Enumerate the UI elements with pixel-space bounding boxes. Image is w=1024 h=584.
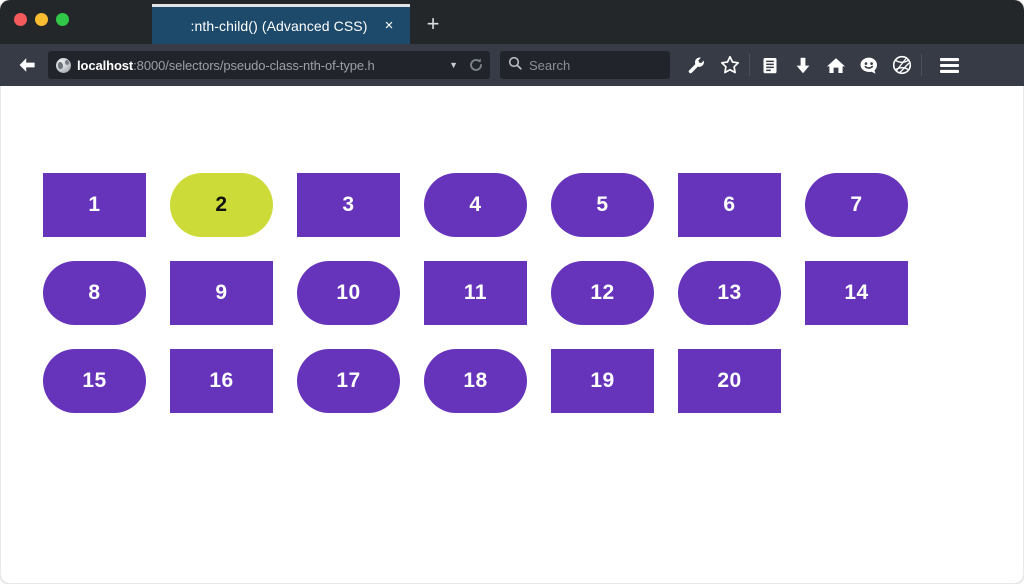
download-icon[interactable] — [786, 50, 819, 80]
box-item: 14 — [805, 261, 908, 325]
tab-title: :nth-child() (Advanced CSS) — [190, 17, 368, 34]
star-icon[interactable] — [713, 50, 746, 80]
url-host: localhost — [77, 57, 134, 73]
address-bar[interactable]: localhost:8000/selectors/pseudo-class-nt… — [48, 51, 490, 79]
box-item: 16 — [170, 349, 273, 413]
tab-strip: :nth-child() (Advanced CSS) × + — [152, 0, 456, 44]
box-item: 9 — [170, 261, 273, 325]
navigation-toolbar: localhost:8000/selectors/pseudo-class-nt… — [0, 44, 1024, 86]
back-button[interactable] — [10, 50, 44, 80]
box-item: 8 — [43, 261, 146, 325]
box-item: 5 — [551, 173, 654, 237]
boxes-grid: 1 2 3 4 5 6 7 8 9 10 11 12 13 14 15 16 17 18 19 20 — [43, 173, 983, 413]
box-item: 2 — [170, 173, 273, 237]
hamburger-menu-icon[interactable] — [931, 50, 967, 80]
box-item: 20 — [678, 349, 781, 413]
toolbar-divider — [749, 54, 750, 76]
home-icon[interactable] — [819, 50, 852, 80]
box-item: 6 — [678, 173, 781, 237]
box-item: 15 — [43, 349, 146, 413]
pocket-icon[interactable] — [885, 50, 918, 80]
url-path: :8000/selectors/pseudo-class-nth-of-type… — [133, 57, 375, 73]
box-item: 12 — [551, 261, 654, 325]
globe-favicon-icon — [56, 57, 71, 73]
tab-close-icon[interactable]: × — [380, 18, 398, 33]
url-text: localhost:8000/selectors/pseudo-class-nt… — [77, 58, 439, 73]
toolbar-divider — [921, 54, 922, 76]
tab-active[interactable]: :nth-child() (Advanced CSS) × — [152, 4, 410, 44]
wrench-icon[interactable] — [680, 50, 713, 80]
chevron-down-icon[interactable]: ▼ — [445, 60, 462, 70]
box-item: 3 — [297, 173, 400, 237]
box-item: 1 — [43, 173, 146, 237]
page-content: 1 2 3 4 5 6 7 8 9 10 11 12 13 14 15 16 17 18 19 20 — [0, 86, 1024, 584]
box-item: 19 — [551, 349, 654, 413]
box-item: 10 — [297, 261, 400, 325]
reload-icon[interactable] — [468, 57, 484, 73]
toolbar-icons — [680, 50, 967, 80]
box-item: 13 — [678, 261, 781, 325]
search-icon — [508, 56, 522, 75]
window-controls — [14, 13, 69, 26]
box-item: 11 — [424, 261, 527, 325]
close-window-button[interactable] — [14, 13, 27, 26]
maximize-window-button[interactable] — [56, 13, 69, 26]
search-input[interactable]: Search — [529, 58, 570, 73]
reading-list-icon[interactable] — [753, 50, 786, 80]
box-item: 17 — [297, 349, 400, 413]
box-item: 4 — [424, 173, 527, 237]
smiley-icon[interactable] — [852, 50, 885, 80]
minimize-window-button[interactable] — [35, 13, 48, 26]
search-bar[interactable]: Search — [500, 51, 670, 79]
title-bar: :nth-child() (Advanced CSS) × + — [0, 0, 1024, 44]
new-tab-button[interactable]: + — [410, 4, 456, 44]
browser-window: :nth-child() (Advanced CSS) × + localhos… — [0, 0, 1024, 584]
box-item: 7 — [805, 173, 908, 237]
box-item: 18 — [424, 349, 527, 413]
